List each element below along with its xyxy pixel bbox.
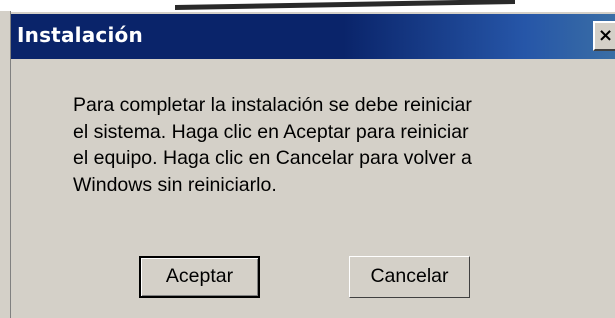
close-icon: × bbox=[598, 25, 614, 46]
dialog-left-edge bbox=[0, 11, 11, 318]
message-line: el sistema. Haga clic en Aceptar para re… bbox=[73, 120, 469, 143]
message-line: Para completar la instalación se debe re… bbox=[73, 94, 472, 116]
window-title: Instalación bbox=[17, 23, 143, 47]
background-line bbox=[175, 0, 515, 10]
message-line: Windows sin reiniciarlo. bbox=[73, 173, 277, 196]
background-strip bbox=[0, 0, 615, 11]
screen: Instalación × Para completar la instalac… bbox=[0, 0, 615, 318]
title-bar[interactable]: Instalación × bbox=[11, 14, 615, 59]
cancel-button[interactable]: Cancelar bbox=[349, 256, 470, 298]
message-line: el equipo. Haga clic en Cancelar para vo… bbox=[73, 147, 472, 169]
accept-button[interactable]: Aceptar bbox=[139, 256, 260, 298]
dialog-message: Para completar la instalación se debe re… bbox=[73, 92, 603, 198]
close-button[interactable]: × bbox=[593, 21, 615, 51]
